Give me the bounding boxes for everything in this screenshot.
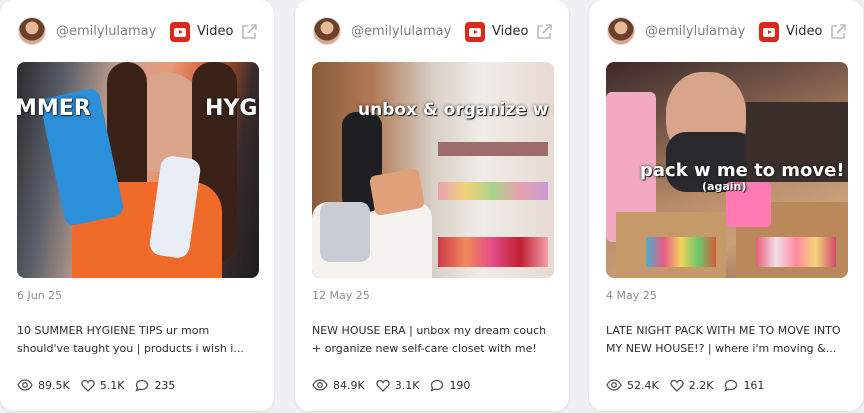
likes-count: 5.1K [99, 378, 125, 392]
post-title-line: should've taught you | products i wish i… [17, 342, 244, 355]
content-type-label: Video [492, 24, 529, 39]
avatar[interactable] [607, 17, 635, 45]
eye-icon [606, 379, 622, 391]
youtube-icon [465, 22, 485, 42]
external-link-icon[interactable] [535, 23, 553, 41]
external-link-icon[interactable] [240, 23, 258, 41]
comment-icon [724, 379, 738, 392]
youtube-icon [170, 22, 190, 42]
youtube-icon [759, 22, 779, 42]
post-date: 4 May 25 [606, 289, 657, 302]
post-title[interactable]: 10 SUMMER HYGIENE TIPS ur mom should've … [17, 322, 263, 358]
comments-count: 235 [154, 378, 176, 392]
external-link-icon[interactable] [829, 23, 847, 41]
post-title-line: MY NEW HOUSE!? | where i'm moving &... [606, 342, 837, 355]
heart-icon [81, 379, 95, 392]
views-stat: 52.4K [606, 379, 659, 392]
post-date: 12 May 25 [312, 289, 370, 302]
comments-count: 190 [449, 378, 471, 392]
post-card[interactable]: @emilylulamay Video MMER HYGIEN 6 Jun 25… [0, 0, 274, 411]
video-thumbnail[interactable]: MMER HYGIEN [17, 62, 259, 278]
post-date: 6 Jun 25 [17, 289, 63, 302]
creator-handle[interactable]: @emilylulamay [645, 24, 745, 39]
video-thumbnail[interactable]: pack w me to move! (again) [606, 62, 848, 278]
card-header: @emilylulamay Video [589, 14, 863, 50]
avatar[interactable] [313, 17, 341, 45]
post-card[interactable]: @emilylulamay Video unbox & organize w m… [295, 0, 569, 411]
eye-icon [312, 379, 328, 391]
comment-icon [430, 379, 444, 392]
post-title[interactable]: LATE NIGHT PACK WITH ME TO MOVE INTO MY … [606, 322, 852, 358]
creator-handle[interactable]: @emilylulamay [56, 24, 156, 39]
post-card[interactable]: @emilylulamay Video pack w me to move! (… [589, 0, 863, 411]
post-title-line: NEW HOUSE ERA | unbox my dream couch [312, 324, 547, 337]
eye-icon [17, 379, 33, 391]
views-count: 84.9K [333, 378, 365, 392]
comment-icon [135, 379, 149, 392]
post-stats: 52.4K 2.2K 161 [606, 377, 775, 393]
thumbnail-text: MMER [17, 96, 91, 121]
post-title[interactable]: NEW HOUSE ERA | unbox my dream couch + o… [312, 322, 558, 358]
comments-stat: 235 [135, 379, 175, 392]
avatar[interactable] [18, 17, 46, 45]
thumbnail-text: pack w me to move! [640, 160, 845, 181]
views-stat: 84.9K [312, 379, 365, 392]
thumbnail-text: (again) [702, 180, 747, 193]
comments-stat: 161 [724, 379, 764, 392]
comments-stat: 190 [430, 379, 470, 392]
comments-count: 161 [743, 378, 765, 392]
heart-icon [376, 379, 390, 392]
likes-stat: 5.1K [81, 378, 125, 392]
post-title-line: 10 SUMMER HYGIENE TIPS ur mom [17, 324, 210, 337]
thumbnail-text: unbox & organize w me [358, 100, 554, 120]
views-stat: 89.5K [17, 379, 70, 392]
views-count: 52.4K [627, 378, 659, 392]
post-stats: 89.5K 5.1K 235 [17, 377, 186, 393]
thumbnail-text: HYGIEN [205, 96, 259, 121]
likes-stat: 2.2K [670, 378, 714, 392]
heart-icon [670, 379, 684, 392]
post-stats: 84.9K 3.1K 190 [312, 377, 481, 393]
creator-handle[interactable]: @emilylulamay [351, 24, 451, 39]
views-count: 89.5K [38, 378, 70, 392]
likes-stat: 3.1K [376, 378, 420, 392]
likes-count: 3.1K [394, 378, 420, 392]
content-type-label: Video [786, 24, 823, 39]
post-title-line: + organize new self-care closet with me! [312, 342, 537, 355]
content-type-label: Video [197, 24, 234, 39]
likes-count: 2.2K [688, 378, 714, 392]
video-thumbnail[interactable]: unbox & organize w me [312, 62, 554, 278]
card-header: @emilylulamay Video [0, 14, 274, 50]
card-header: @emilylulamay Video [295, 14, 569, 50]
post-title-line: LATE NIGHT PACK WITH ME TO MOVE INTO [606, 324, 841, 337]
